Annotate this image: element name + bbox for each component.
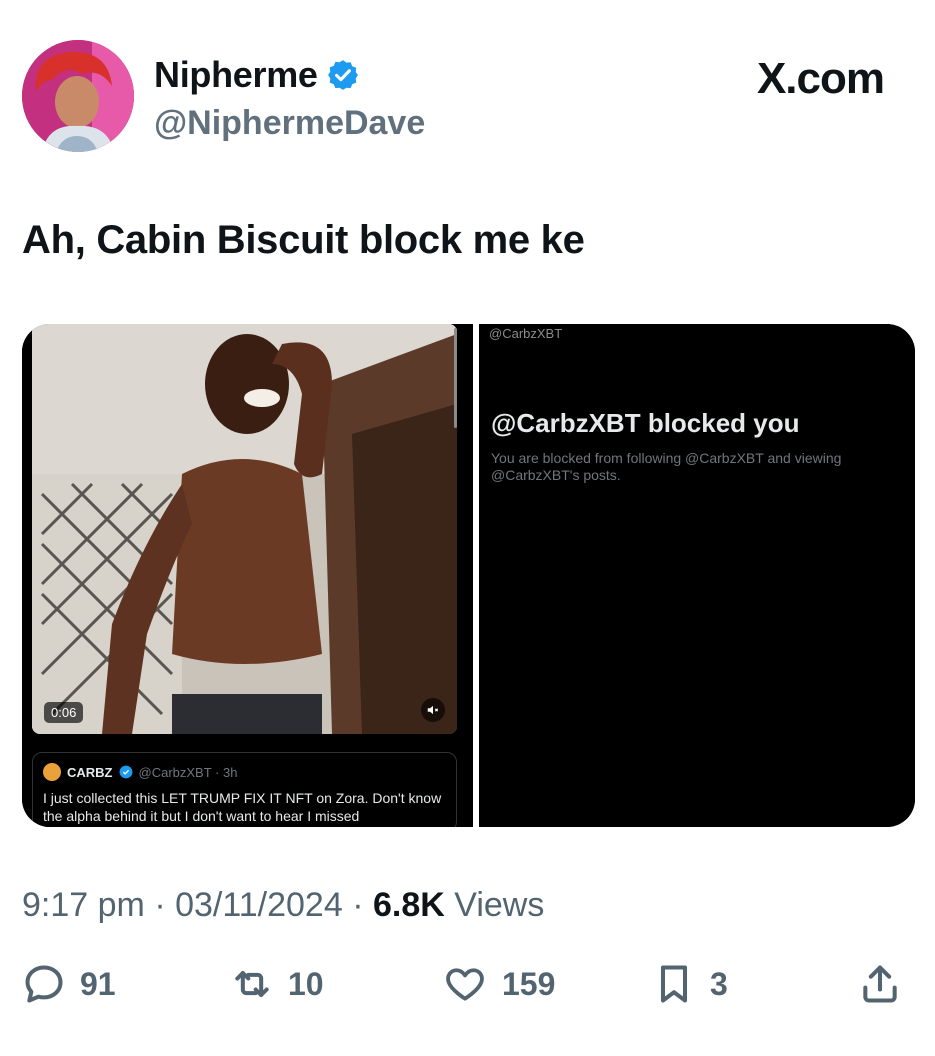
blocked-title: @CarbzXBT blocked you <box>491 408 800 438</box>
video-timestamp: 0:06 <box>44 702 84 723</box>
like-count: 159 <box>502 965 556 1002</box>
action-bar: 91 10 159 3 <box>22 962 902 1016</box>
tweet-date[interactable]: 03/11/2024 <box>175 886 343 924</box>
blocked-top-handle: @CarbzXBT <box>489 326 563 341</box>
mute-icon[interactable] <box>421 698 445 722</box>
meta-separator: · <box>352 886 373 924</box>
verified-badge-icon <box>326 58 360 92</box>
blocked-subtitle: You are blocked from following @CarbzXBT… <box>491 450 842 483</box>
video-frame <box>32 324 457 734</box>
author-names: Nipherme @NiphermeDave <box>154 54 425 143</box>
views-count: 6.8K <box>372 886 445 924</box>
share-button[interactable] <box>858 962 902 1006</box>
quoted-post[interactable]: CARBZ @CarbzXBT · 3h I just collected th… <box>32 752 457 827</box>
bookmark-button[interactable]: 3 <box>652 962 728 1006</box>
brand-logo: X.com <box>756 54 885 103</box>
quoted-verified-icon <box>119 765 133 779</box>
scroll-indicator <box>454 328 457 428</box>
quoted-name: CARBZ <box>67 764 113 780</box>
quoted-avatar <box>43 763 61 781</box>
repost-icon <box>235 970 269 998</box>
share-icon <box>863 965 897 1003</box>
quoted-post-header: CARBZ @CarbzXBT · 3h <box>43 763 446 781</box>
tweet-header: Nipherme @NiphermeDave X.com <box>22 40 902 152</box>
quoted-text: I just collected this LET TRUMP FIX IT N… <box>43 790 442 824</box>
bookmark-count: 3 <box>710 965 728 1002</box>
tweet-text: Ah, Cabin Biscuit block me ke <box>22 218 585 262</box>
quoted-handle-time: @CarbzXBT · 3h <box>138 764 238 780</box>
media-right-panel[interactable]: @CarbzXBT @CarbzXBT blocked you You are … <box>473 324 915 827</box>
repost-count: 10 <box>288 965 324 1002</box>
tweet-media[interactable]: 0:06 CARBZ @CarbzXBT · 3h I just collect… <box>22 324 915 827</box>
video-player[interactable]: 0:06 <box>32 324 457 734</box>
heart-icon <box>446 968 484 1001</box>
reply-icon <box>25 965 63 1003</box>
meta-separator: · <box>154 886 176 924</box>
reply-button[interactable]: 91 <box>22 962 116 1006</box>
avatar[interactable] <box>22 40 134 152</box>
repost-button[interactable]: 10 <box>230 962 324 1006</box>
display-name[interactable]: Nipherme <box>154 54 318 96</box>
avatar-illustration <box>22 40 134 152</box>
like-button[interactable]: 159 <box>442 962 555 1006</box>
author-handle[interactable]: @NiphermeDave <box>154 104 425 143</box>
media-left-panel[interactable]: 0:06 CARBZ @CarbzXBT · 3h I just collect… <box>22 324 462 827</box>
reply-count: 91 <box>80 965 116 1002</box>
views-label: Views <box>454 886 545 924</box>
tweet-meta: 9:17 pm · 03/11/2024 · 6.8K Views <box>22 886 544 925</box>
display-name-row: Nipherme <box>154 54 425 96</box>
bookmark-icon <box>660 965 688 1003</box>
tweet-time[interactable]: 9:17 pm <box>22 886 145 924</box>
